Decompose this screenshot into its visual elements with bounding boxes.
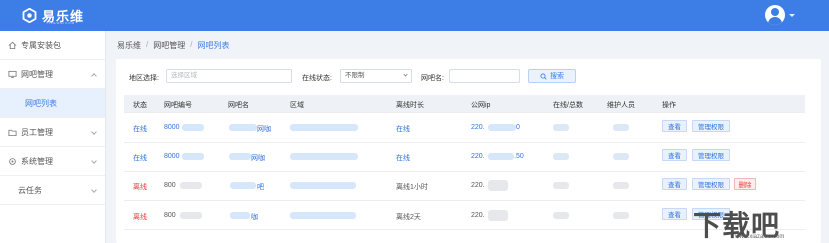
search-button[interactable]: 搜索 — [528, 69, 576, 83]
row-name[interactable]: 咖 — [251, 212, 258, 222]
column-header-region: 区域 — [290, 102, 304, 109]
folder-icon — [8, 129, 17, 136]
sidebar-item-staff-management[interactable]: 员工管理 — [0, 118, 105, 147]
row-id[interactable]: 8000 — [164, 124, 180, 131]
row-id[interactable]: 800 — [164, 212, 176, 219]
breadcrumb: 易乐维 / 网吧管理 / 网吧列表 — [117, 40, 230, 51]
row-offline: 在线 — [396, 155, 410, 162]
column-header-id: 网吧编号 — [164, 102, 192, 109]
row-ip-prefix: 220. — [471, 124, 485, 131]
netcafe-name-input[interactable] — [449, 69, 520, 83]
row-offline: 离线1小时 — [396, 184, 428, 191]
region-filter-label: 地区选择: — [129, 75, 159, 82]
row-ip-prefix: 220. — [471, 153, 485, 160]
sidebar-item-installer[interactable]: 专属安装包 — [0, 31, 105, 60]
row-offline: 离线2天 — [396, 214, 421, 221]
sidebar-item-label: 网吧列表 — [25, 98, 57, 108]
gear-icon — [9, 157, 16, 165]
row-name[interactable]: 网咖 — [257, 124, 271, 134]
chevron-down-icon — [91, 158, 97, 164]
home-icon — [8, 41, 17, 49]
column-header-online-total: 在线/总数 — [553, 102, 583, 109]
name-filter-label: 网吧名: — [421, 75, 444, 82]
region-select[interactable]: 选择区域 — [166, 69, 292, 83]
sidebar-item-cloud-task[interactable]: 云任务 — [0, 176, 105, 205]
row-id[interactable]: 8000 — [164, 153, 180, 160]
manage-permission-button[interactable]: 管理权限 — [692, 149, 730, 161]
search-icon — [540, 72, 547, 80]
chevron-up-icon — [91, 73, 97, 79]
status-select[interactable]: 不限制 — [340, 69, 412, 83]
view-button[interactable]: 查看 — [662, 149, 687, 161]
column-header-offline-duration: 离线时长 — [396, 102, 424, 109]
chevron-down-icon — [91, 129, 97, 135]
monitor-icon — [8, 70, 17, 78]
column-header-public-ip: 公网ip — [471, 102, 491, 109]
sidebar-item-netcafe-management[interactable]: 网吧管理 — [0, 60, 105, 89]
sidebar-item-label: 员工管理 — [21, 127, 53, 137]
row-ip-prefix: 220. — [471, 182, 485, 189]
chevron-down-icon — [91, 187, 97, 193]
breadcrumb-current: 网吧列表 — [197, 41, 230, 50]
row-id[interactable]: 800 — [164, 182, 176, 189]
row-ip-prefix: 220. — [471, 212, 485, 219]
status-filter-label: 在线状态: — [302, 75, 332, 82]
column-header-actions: 操作 — [662, 102, 676, 109]
watermark-url: www.xiazaiba.com — [735, 234, 785, 240]
delete-button[interactable]: 删除 — [734, 178, 756, 190]
user-avatar[interactable] — [765, 5, 785, 25]
table-header — [124, 95, 805, 112]
sidebar-item-label: 系统管理 — [21, 156, 53, 166]
row-name[interactable]: 网咖 — [251, 153, 265, 163]
column-header-status: 状态 — [133, 102, 147, 109]
column-header-maintainer: 维护人员 — [607, 102, 635, 109]
row-offline: 在线 — [396, 126, 410, 133]
column-header-name: 网吧名 — [228, 102, 249, 109]
row-ip-suffix: .50 — [514, 153, 524, 160]
row-ip-suffix: 0 — [516, 124, 520, 131]
row-status: 在线 — [133, 155, 147, 162]
logo-subtext: YILEWEICOM — [46, 21, 76, 25]
sidebar-item-label: 云任务 — [18, 185, 42, 195]
row-status: 离线 — [133, 184, 147, 191]
breadcrumb-netcafe-management[interactable]: 网吧管理 — [153, 40, 185, 51]
sidebar-item-label: 专属安装包 — [21, 40, 61, 50]
sidebar: 专属安装包 网吧管理 网吧列表 员工管理 系统管理 云任务 — [0, 31, 106, 243]
sidebar-item-netcafe-list[interactable]: 网吧列表 — [0, 89, 105, 118]
breadcrumb-home[interactable]: 易乐维 — [117, 40, 141, 51]
manage-permission-button[interactable]: 管理权限 — [692, 120, 730, 132]
view-button[interactable]: 查看 — [662, 120, 687, 132]
sidebar-item-label: 网吧管理 — [21, 69, 53, 79]
top-bar — [0, 0, 829, 31]
chevron-down-icon[interactable] — [789, 14, 795, 17]
view-button[interactable]: 查看 — [662, 208, 687, 220]
chevron-down-icon — [403, 72, 408, 77]
sidebar-item-system-management[interactable]: 系统管理 — [0, 147, 105, 176]
row-status: 在线 — [133, 126, 147, 133]
manage-permission-button[interactable]: 管理权限 — [692, 178, 730, 190]
row-name[interactable]: 吧 — [257, 182, 264, 192]
logo-icon — [22, 7, 37, 23]
row-status: 离线 — [133, 214, 147, 221]
view-button[interactable]: 查看 — [662, 178, 687, 190]
